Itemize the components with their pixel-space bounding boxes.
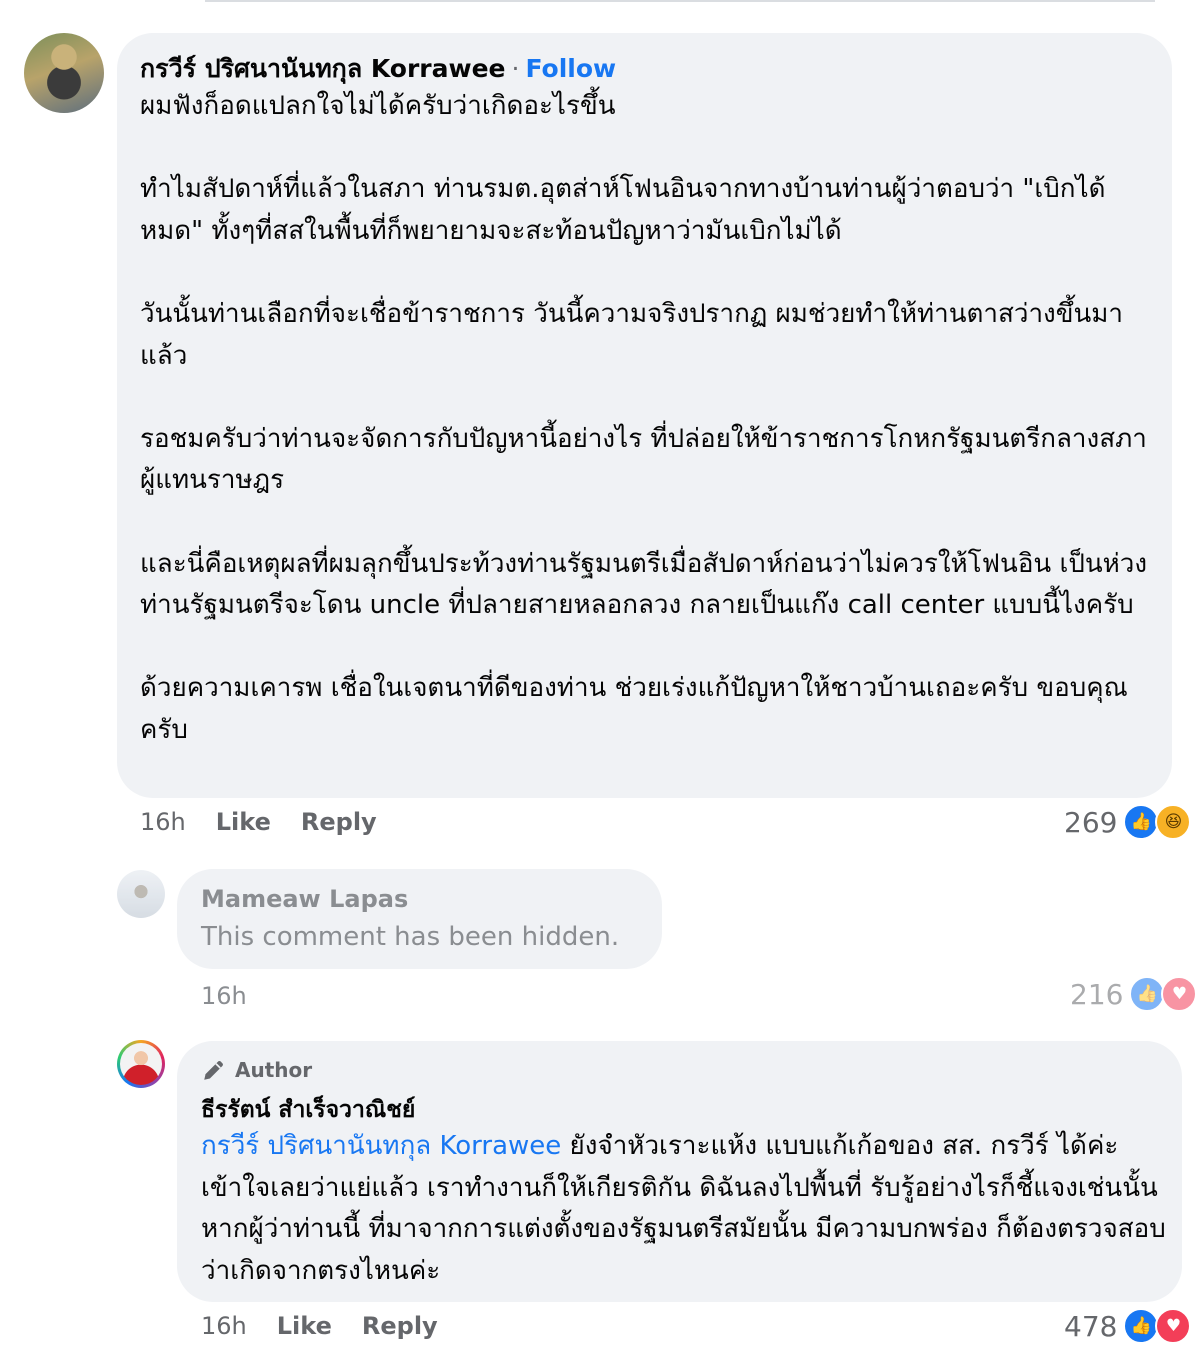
hidden-comment-text: This comment has been hidden. xyxy=(201,922,620,952)
like-icon: 👍 xyxy=(1123,1308,1160,1344)
reply-button[interactable]: Reply xyxy=(301,808,377,836)
avatar-image xyxy=(120,1043,162,1085)
love-icon: ♥ xyxy=(1155,1308,1192,1344)
reaction-summary[interactable]: 478 👍 ♥ xyxy=(1064,1308,1192,1344)
comment-text: กรวีร์ ปริศนานันทกุล Korrawee ยังจำหัวเร… xyxy=(201,1126,1166,1292)
comment-actions: 16h Like Reply xyxy=(201,1312,468,1340)
like-icon: 👍 xyxy=(1123,804,1160,840)
author-badge-label: Author xyxy=(235,1058,313,1082)
commenter-avatar[interactable] xyxy=(24,33,104,113)
comment-paragraph: ด้วยความเคารพ เชื่อในเจตนาที่ดีของท่าน ช… xyxy=(140,673,1128,745)
reaction-summary[interactable]: 216 👍 ♥ xyxy=(1070,976,1198,1012)
comment-paragraph: ทำไมสัปดาห์ที่แล้วในสภา ท่านรมต.อุตส่าห์… xyxy=(140,174,1106,246)
comment-text: ผมฟังก็อดแปลกใจไม่ได้ครับว่าเกิดอะไรขึ้น… xyxy=(140,86,1160,752)
love-icon: ♥ xyxy=(1161,976,1198,1012)
comment-paragraph: รอชมครับว่าท่านจะจัดการกับปัญหานี้อย่างไ… xyxy=(140,423,1147,496)
author-badge: Author xyxy=(201,1057,312,1083)
comment-timestamp[interactable]: 16h xyxy=(201,1312,247,1340)
like-button[interactable]: Like xyxy=(277,1312,332,1340)
haha-icon: 😆 xyxy=(1155,804,1192,840)
like-icon: 👍 xyxy=(1129,976,1166,1012)
pencil-icon xyxy=(204,1061,223,1080)
like-button[interactable]: Like xyxy=(216,808,271,836)
reaction-count: 269 xyxy=(1064,805,1118,839)
comment-author-name[interactable]: ธีรรัตน์ สำเร็จวาณิชย์ xyxy=(201,1092,415,1128)
comment-paragraph: วันนั้นท่านเลือกที่จะเชื่อข้าราชการ วันน… xyxy=(140,298,1124,371)
author-avatar[interactable] xyxy=(117,1040,165,1088)
comment-author-name[interactable]: Mameaw Lapas xyxy=(201,885,408,913)
separator-dot: · xyxy=(511,54,520,83)
comment-author-name[interactable]: กรวีร์ ปริศนานันทกุล Korrawee xyxy=(140,54,506,83)
follow-button[interactable]: Follow xyxy=(525,54,616,83)
comment-timestamp[interactable]: 16h xyxy=(201,982,247,1010)
comment-paragraph: และนี่คือเหตุผลที่ผมลุกขึ้นประท้วงท่านรั… xyxy=(140,548,1148,621)
mention-link[interactable]: กรวีร์ ปริศนานันทกุล Korrawee xyxy=(201,1131,561,1161)
reaction-count: 478 xyxy=(1064,1309,1118,1343)
comment-timestamp[interactable]: 16h xyxy=(140,808,186,836)
comment-header: กรวีร์ ปริศนานันทกุล Korrawee · Follow xyxy=(140,52,616,86)
reaction-count: 216 xyxy=(1070,977,1124,1011)
reply-button[interactable]: Reply xyxy=(362,1312,438,1340)
comment-actions: 16h Like Reply xyxy=(140,808,407,836)
comment-bubble xyxy=(177,869,662,969)
comment-actions: 16h xyxy=(201,982,277,1010)
divider xyxy=(205,0,1155,2)
comment-paragraph: ผมฟังก็อดแปลกใจไม่ได้ครับว่าเกิดอะไรขึ้น xyxy=(140,91,616,121)
commenter-avatar[interactable] xyxy=(117,870,165,918)
reaction-summary[interactable]: 269 👍 😆 xyxy=(1064,804,1192,840)
